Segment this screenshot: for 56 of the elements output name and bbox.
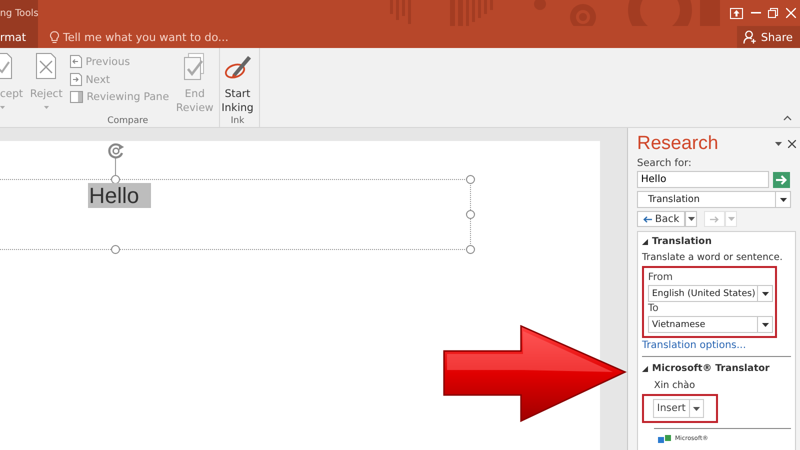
collapse-ribbon-icon[interactable] — [783, 115, 792, 121]
close-icon[interactable] — [788, 140, 796, 148]
go-arrow-icon[interactable] — [773, 172, 790, 188]
ribbon-button[interactable]: Start Inking — [220, 52, 256, 116]
back-arrow-icon — [643, 216, 652, 222]
display-options-icon[interactable] — [730, 8, 743, 18]
insert-button[interactable]: Insert — [653, 399, 690, 418]
translator-logo-icon — [658, 435, 672, 443]
lightbulb-icon — [50, 30, 59, 44]
resize-handle[interactable] — [111, 245, 120, 254]
forward-arrow-icon — [710, 216, 720, 222]
insert-menu-button[interactable] — [690, 399, 704, 418]
resize-handle[interactable] — [466, 175, 475, 184]
dropdown-caret-icon — [688, 217, 695, 221]
service-dropdown[interactable]: Translation — [637, 191, 791, 208]
description-text: Translate a word or sentence. — [642, 252, 784, 263]
resize-handle[interactable] — [466, 245, 475, 254]
expanded-triangle-icon[interactable] — [642, 366, 648, 372]
group-label: Compare — [106, 116, 150, 126]
dropdown-caret-icon — [692, 406, 700, 410]
pane-icon — [70, 91, 83, 103]
minimize-icon[interactable] — [750, 12, 761, 14]
search-label: Search for: — [637, 158, 692, 169]
dropdown-caret-icon — [762, 322, 768, 326]
group-label: Ink — [230, 116, 246, 126]
to-dropdown[interactable]: Vietnamese — [648, 316, 773, 333]
translation-options-link[interactable]: Translation options... — [642, 340, 791, 351]
context-tab-label: ng Tools — [0, 8, 38, 18]
restore-icon[interactable] — [768, 8, 778, 18]
next-icon — [70, 73, 82, 86]
previous-icon — [70, 55, 82, 68]
from-label: From — [648, 272, 674, 283]
share-button[interactable]: Share — [737, 26, 800, 48]
back-button[interactable]: Back — [637, 211, 686, 227]
dropdown-caret-icon — [762, 292, 768, 296]
from-dropdown[interactable]: English (United States) — [648, 285, 773, 302]
document-x-icon — [36, 53, 56, 79]
search-field[interactable]: Hello — [637, 171, 769, 188]
expanded-triangle-icon[interactable] — [642, 238, 648, 244]
pane-menu-caret-icon[interactable] — [775, 142, 782, 146]
slide-text[interactable]: Hello — [88, 183, 152, 208]
documents-check-icon — [184, 53, 206, 81]
section-header[interactable]: Microsoft® Translator — [652, 363, 770, 374]
section-header[interactable]: Translation — [652, 236, 712, 247]
document-check-icon — [0, 53, 12, 79]
dropdown-caret-icon — [780, 198, 786, 202]
person-add-icon — [743, 30, 757, 44]
resize-handle[interactable] — [466, 210, 475, 219]
back-menu-button[interactable] — [685, 211, 698, 227]
tell-me-field[interactable]: Tell me what you want to do... — [63, 30, 333, 44]
dropdown-caret-icon — [728, 217, 735, 221]
pen-icon — [224, 53, 252, 81]
to-label: To — [648, 303, 660, 314]
pane-title: Research — [637, 133, 720, 155]
translation-result: Xin chào — [654, 380, 696, 391]
rotate-handle-icon[interactable] — [106, 141, 126, 161]
